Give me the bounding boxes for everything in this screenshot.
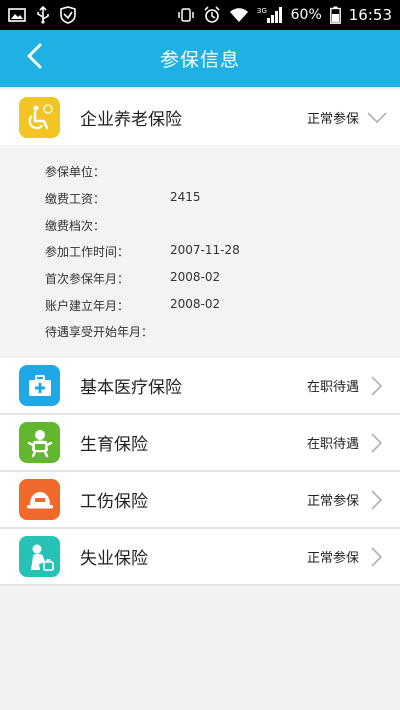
insurance-status: 在职待遇 [306, 380, 359, 395]
medical-kit-icon [19, 365, 60, 406]
wheelchair-icon [19, 97, 60, 138]
battery-percent: 60% [290, 7, 322, 23]
pension-details: 参保单位： 缴费工资： 2415 缴费档次： 参加工作时间： 2007-11-2… [0, 145, 400, 353]
insurance-row-unemployment[interactable]: 失业保险 正常参保 [0, 529, 400, 584]
insurance-status: 正常参保 [306, 112, 359, 127]
wifi-icon [229, 7, 249, 23]
chevron-right-icon [367, 375, 387, 396]
network-type: 3G [257, 7, 267, 15]
detail-value-work-start: 2007-11-28 [170, 243, 240, 257]
app-header: 参保信息 [0, 30, 400, 87]
status-bar: 3G 60% 16:53 [0, 0, 400, 30]
insurance-row-pension[interactable]: 企业养老保险 正常参保 [0, 90, 400, 145]
hard-hat-icon [19, 479, 60, 520]
battery-icon [329, 6, 341, 24]
detail-label-wage: 缴费工资： [45, 192, 106, 206]
signal-icon: 3G [257, 6, 283, 24]
detail-label-first-insured: 首次参保年月： [45, 272, 130, 286]
detail-label-employer: 参保单位： [45, 165, 106, 179]
chevron-right-icon [367, 432, 387, 453]
vibrate-icon [177, 6, 195, 24]
insurance-status: 在职待遇 [306, 437, 359, 452]
chevron-right-icon [367, 546, 387, 567]
chevron-left-icon [26, 43, 42, 73]
insurance-status: 正常参保 [306, 551, 359, 566]
detail-label-work-start: 参加工作时间： [45, 245, 130, 259]
detail-value-account-created: 2008-02 [170, 297, 221, 311]
detail-value-wage: 2415 [170, 190, 201, 204]
detail-label-account-created: 账户建立年月： [45, 299, 130, 313]
baby-icon [19, 422, 60, 463]
insurance-label: 工伤保险 [80, 492, 148, 512]
back-button[interactable] [20, 43, 48, 73]
insurance-label: 失业保险 [80, 549, 148, 569]
clock: 16:53 [348, 6, 392, 24]
shield-icon [60, 6, 76, 24]
insurance-row-work-injury[interactable]: 工伤保险 正常参保 [0, 472, 400, 527]
insurance-status: 正常参保 [306, 494, 359, 509]
insurance-row-medical[interactable]: 基本医疗保险 在职待遇 [0, 358, 400, 413]
worker-icon [19, 536, 60, 577]
insurance-label: 基本医疗保险 [80, 378, 182, 398]
chevron-right-icon [367, 489, 387, 510]
alarm-icon [203, 6, 221, 24]
image-icon [8, 7, 26, 23]
detail-label-benefit-start: 待遇享受开始年月： [45, 325, 154, 339]
divider [0, 584, 400, 586]
page-title: 参保信息 [159, 49, 240, 71]
insurance-label: 企业养老保险 [80, 110, 182, 130]
insurance-row-maternity[interactable]: 生育保险 在职待遇 [0, 415, 400, 470]
insurance-label: 生育保险 [80, 435, 148, 455]
detail-value-first-insured: 2008-02 [170, 270, 221, 284]
detail-label-tier: 缴费档次： [45, 219, 106, 233]
chevron-down-icon[interactable] [367, 108, 387, 128]
usb-icon [36, 6, 50, 24]
